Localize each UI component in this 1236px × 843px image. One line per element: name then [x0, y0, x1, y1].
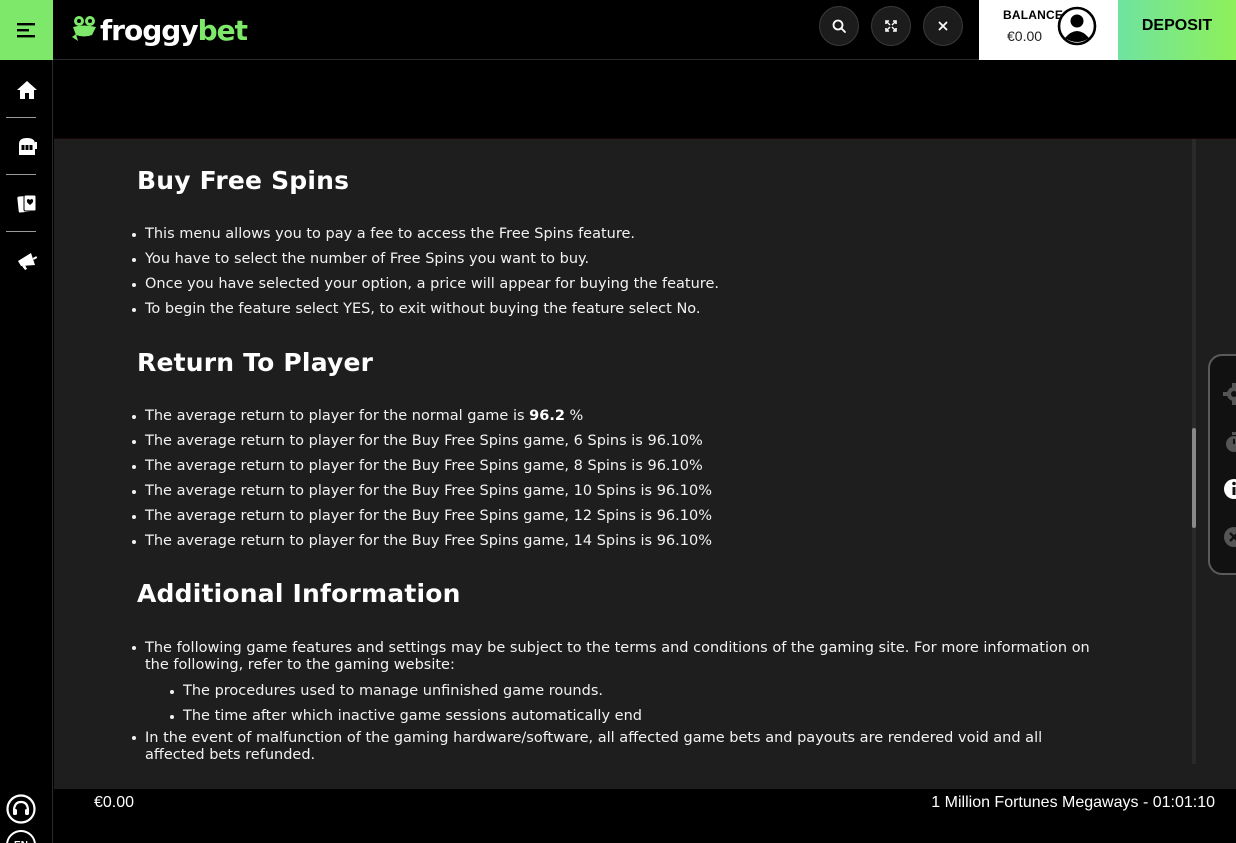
user-avatar-icon[interactable] — [1057, 6, 1097, 46]
language-selector[interactable]: EN — [6, 830, 36, 843]
list-item: The average return to player for the Buy… — [130, 504, 712, 529]
fullscreen-button[interactable] — [871, 6, 911, 46]
sidebar-item-promotions[interactable] — [0, 232, 53, 288]
logo-text-accent: bet — [197, 13, 248, 47]
list-item: The following game features and settings… — [130, 639, 1090, 679]
headset-icon[interactable] — [6, 794, 36, 824]
list-item: You have to select the number of Free Sp… — [130, 247, 719, 272]
section-title-return-to-player: Return To Player — [137, 348, 374, 377]
section-title-buy-free-spins: Buy Free Spins — [137, 166, 350, 195]
froggybet-logo[interactable]: froggybet — [70, 8, 248, 52]
rtp-normal-suffix: % — [564, 408, 584, 424]
game-rules-panel[interactable]: Buy Free Spins This menu allows you to p… — [54, 139, 1236, 789]
gear-icon[interactable] — [1222, 382, 1236, 406]
rtp-normal-prefix: The average return to player for the nor… — [145, 408, 530, 424]
section-title-additional-information: Additional Information — [137, 579, 461, 608]
list-item: In the event of malfunction of the gamin… — [130, 729, 1090, 769]
info-icon[interactable] — [1222, 477, 1236, 501]
home-icon — [16, 81, 37, 99]
list-item: The average return to player for the Buy… — [130, 454, 712, 479]
close-circle-icon[interactable] — [1222, 525, 1236, 549]
list-item: The average return to player for the Buy… — [130, 479, 712, 504]
logo-text-primary: froggy — [100, 13, 199, 47]
slot-machine-icon — [18, 138, 37, 155]
search-button[interactable] — [819, 6, 859, 46]
footer-balance: €0.00 — [94, 794, 135, 811]
list-item: The average return to player for the Buy… — [130, 529, 712, 554]
top-bar: froggybet BALANCE €0.00 DEPOSIT — [0, 0, 1236, 60]
menu-button[interactable] — [0, 0, 53, 60]
list-item: To begin the feature select YES, to exit… — [130, 297, 719, 322]
sidebar-item-home[interactable] — [0, 62, 53, 118]
return-to-player-list: The average return to player for the nor… — [130, 404, 712, 554]
deposit-button[interactable]: DEPOSIT — [1118, 0, 1236, 60]
balance-label: BALANCE — [1003, 8, 1064, 22]
balance-amount: €0.00 — [1007, 28, 1043, 44]
game-footer: €0.00 1 Million Fortunes Megaways - 01:0… — [54, 789, 1236, 843]
list-sub-item: The procedures used to manage unfinished… — [130, 679, 1090, 704]
megaphone-icon — [17, 253, 37, 270]
additional-information-list: The following game features and settings… — [130, 639, 1090, 769]
sidebar-item-casino[interactable] — [0, 118, 53, 174]
list-item: The average return to player for the nor… — [130, 404, 712, 429]
fullscreen-icon — [885, 20, 897, 32]
list-item: This menu allows you to pay a fee to acc… — [130, 222, 719, 247]
cards-icon — [16, 194, 36, 213]
stopwatch-icon[interactable] — [1222, 430, 1236, 454]
close-game-button[interactable] — [923, 6, 963, 46]
game-canvas-area — [54, 61, 1236, 139]
buy-free-spins-list: This menu allows you to pay a fee to acc… — [130, 222, 719, 322]
list-item: The average return to player for the Buy… — [130, 429, 712, 454]
logo-wordmark: froggybet — [100, 13, 248, 47]
rtp-normal-value: 96.2 — [529, 408, 565, 424]
sidebar-item-live-casino[interactable] — [0, 175, 53, 231]
frog-logo-icon — [72, 16, 96, 41]
game-options-panel — [1208, 354, 1236, 575]
balance-panel[interactable]: BALANCE €0.00 — [979, 0, 1118, 60]
list-sub-item: The time after which inactive game sessi… — [130, 704, 1090, 729]
search-icon — [832, 19, 846, 33]
scrollbar-thumb[interactable] — [1192, 428, 1196, 528]
hamburger-icon — [16, 23, 35, 38]
footer-game-title-clock: 1 Million Fortunes Megaways - 01:01:10 — [931, 794, 1215, 811]
list-item: Once you have selected your option, a pr… — [130, 272, 719, 297]
close-icon — [938, 21, 948, 31]
sidebar: EN — [0, 60, 53, 843]
